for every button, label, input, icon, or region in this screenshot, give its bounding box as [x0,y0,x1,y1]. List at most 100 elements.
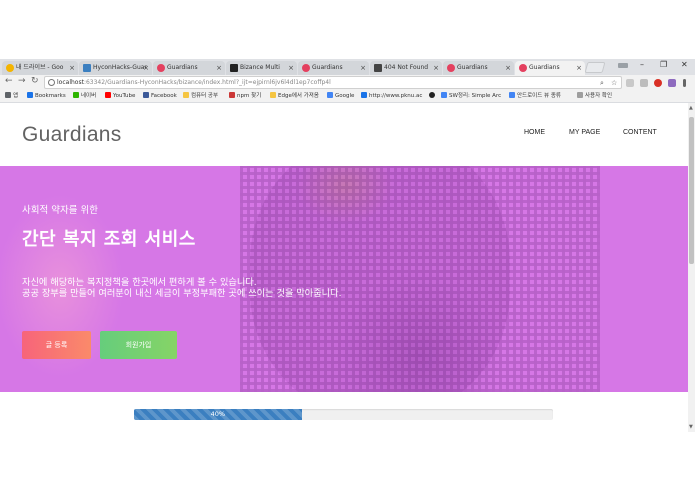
close-icon[interactable]: × [576,61,582,75]
bookmark-item[interactable]: Bookmarks [27,90,66,103]
back-arrow-icon[interactable]: ← [5,76,13,86]
bookmark-item[interactable]: 컴퓨터 공부 [183,90,218,103]
forward-arrow-icon[interactable]: → [18,76,26,86]
browser-tab-label: Guardians [312,64,343,71]
browser-tab[interactable]: Bizance Multi × [226,61,297,75]
restore-icon[interactable]: ❐ [660,60,667,69]
profile-icon[interactable] [618,63,628,68]
scroll-down-icon[interactable]: ▼ [689,424,693,430]
browser-tab-label: Guardians [167,64,198,71]
bookmark-item[interactable]: 사용자 확인 [577,90,612,103]
close-icon[interactable]: × [288,61,294,75]
folder-icon [183,92,189,98]
browser-tab-label: Guardians [529,64,560,71]
close-icon[interactable]: × [216,61,222,75]
nav-my-page[interactable]: MY PAGE [569,129,600,136]
extension-icon[interactable] [626,79,634,87]
new-tab-button[interactable] [584,62,606,73]
bookmark-item[interactable]: 안드로이드 뷰 종류 [509,90,561,103]
bookmark-item[interactable]: Edge에서 가져옴 [270,90,319,103]
site-logo[interactable]: Guardians [22,123,122,147]
browser-tab-label: 내 드라이브 - Goo [16,64,64,71]
bookmark-item[interactable]: YouTube [105,90,135,103]
url-input[interactable]: localhost:63342/Guardians-HyconHacks/biz… [44,76,622,89]
bizance-icon [230,64,238,72]
scrollbar-thumb[interactable] [689,117,694,264]
browser-tab[interactable]: Guardians × [443,61,514,75]
menu-icon[interactable] [683,79,686,87]
bookmark-label: 컴퓨터 공부 [191,93,219,99]
site-header: Guardians HOME MY PAGE CONTENT [0,103,688,166]
bookmarks-bar: 앱 Bookmarks 네이버 YouTube Facebook 컴퓨터 공부 … [0,90,695,103]
nav-content[interactable]: CONTENT [623,129,657,136]
hero-banner: 사회적 약자를 위한 간단 복지 조회 서비스 자신에 해당하는 복지정책을 한… [0,166,688,392]
progress-bar: 40% [134,409,553,420]
bookmark-item[interactable]: Facebook [143,90,177,103]
bookmark-item[interactable]: Google [327,90,354,103]
browser-tab-active[interactable]: Guardians × [515,61,585,75]
page-icon [374,64,382,72]
zoom-icon[interactable]: ⌕ [600,78,604,89]
bookmark-item[interactable]: 앱 [5,90,18,103]
browser-tab[interactable]: HyconHacks-Guar × [79,61,152,75]
bookmark-label: 사용자 확인 [585,93,613,99]
npm-icon [229,92,235,98]
browser-tab-label: 404 Not Found [384,64,429,71]
facebook-icon [143,92,149,98]
browser-tab-strip: 내 드라이브 - Goo × HyconHacks-Guar × Guardia… [0,59,695,75]
bookmark-label: http://www.pknu.ac [369,93,423,99]
google-drive-icon [6,64,14,72]
browser-tab[interactable]: Guardians × [153,61,225,75]
minimize-icon[interactable]: – [640,60,644,69]
info-icon[interactable] [48,79,55,86]
guardians-icon [447,64,455,72]
browser-tab-label: HyconHacks-Guar [93,64,147,71]
bookmark-item[interactable] [429,90,437,103]
signup-button[interactable]: 회원가입 [100,331,177,359]
bookmark-label: Facebook [151,93,177,99]
bookmark-item[interactable]: http://www.pknu.ac [361,90,422,103]
hero-subtitle: 사회적 약자를 위한 [22,205,98,216]
github-icon [429,92,435,98]
window-close-icon[interactable]: ✕ [681,60,688,69]
abp-icon[interactable] [654,79,662,87]
bookmark-label: Google [335,93,355,99]
extension-icon[interactable] [668,79,676,87]
bookmark-item[interactable]: npm 찾기 [229,90,261,103]
close-icon[interactable]: × [505,61,511,75]
guardians-icon [302,64,310,72]
close-icon[interactable]: × [360,61,366,75]
browser-tab-label: Bizance Multi [240,64,280,71]
address-bar-row: ← → ↻ localhost:63342/Guardians-HyconHac… [0,75,695,90]
url-host: localhost [57,79,84,86]
hero-description: 자신에 해당하는 복지정책을 한곳에서 편하게 볼 수 있습니다. 공공 장부를… [22,277,342,299]
close-icon[interactable]: × [433,61,439,75]
bookmark-item[interactable]: SW정리: Simple Arc [441,90,501,103]
google-icon [441,92,447,98]
browser-tab[interactable]: Guardians × [298,61,369,75]
progress-label: 40% [210,410,226,418]
browser-tab[interactable]: 404 Not Found × [370,61,442,75]
scroll-up-icon[interactable]: ▲ [689,105,693,111]
bookmark-item[interactable]: 네이버 [73,90,96,103]
reload-icon[interactable]: ↻ [31,76,39,86]
folder-icon [270,92,276,98]
bookmark-label: 안드로이드 뷰 종류 [517,93,561,99]
naver-icon [73,92,79,98]
extension-icon[interactable] [640,79,648,87]
guardians-icon [519,64,527,72]
close-icon[interactable]: × [69,61,75,75]
bookmark-label: Edge에서 가져옴 [278,93,319,99]
close-icon[interactable]: × [143,61,149,75]
page-scrollbar[interactable]: ▲ ▼ [688,103,695,432]
bookmark-label: 네이버 [81,93,97,99]
url-path: :63342/Guardians-HyconHacks/bizance/inde… [83,79,331,86]
browser-tab-label: Guardians [457,64,488,71]
star-icon[interactable]: ☆ [611,78,617,89]
hero-description-line: 공공 장부를 만들어 여러분이 내신 세금이 부정부패한 곳에 쓰이는 것을 막… [22,288,342,299]
youtube-icon [105,92,111,98]
nav-home[interactable]: HOME [524,129,545,136]
guardians-icon [157,64,165,72]
browser-tab[interactable]: 내 드라이브 - Goo × [2,61,78,75]
post-button[interactable]: 글 등록 [22,331,91,359]
